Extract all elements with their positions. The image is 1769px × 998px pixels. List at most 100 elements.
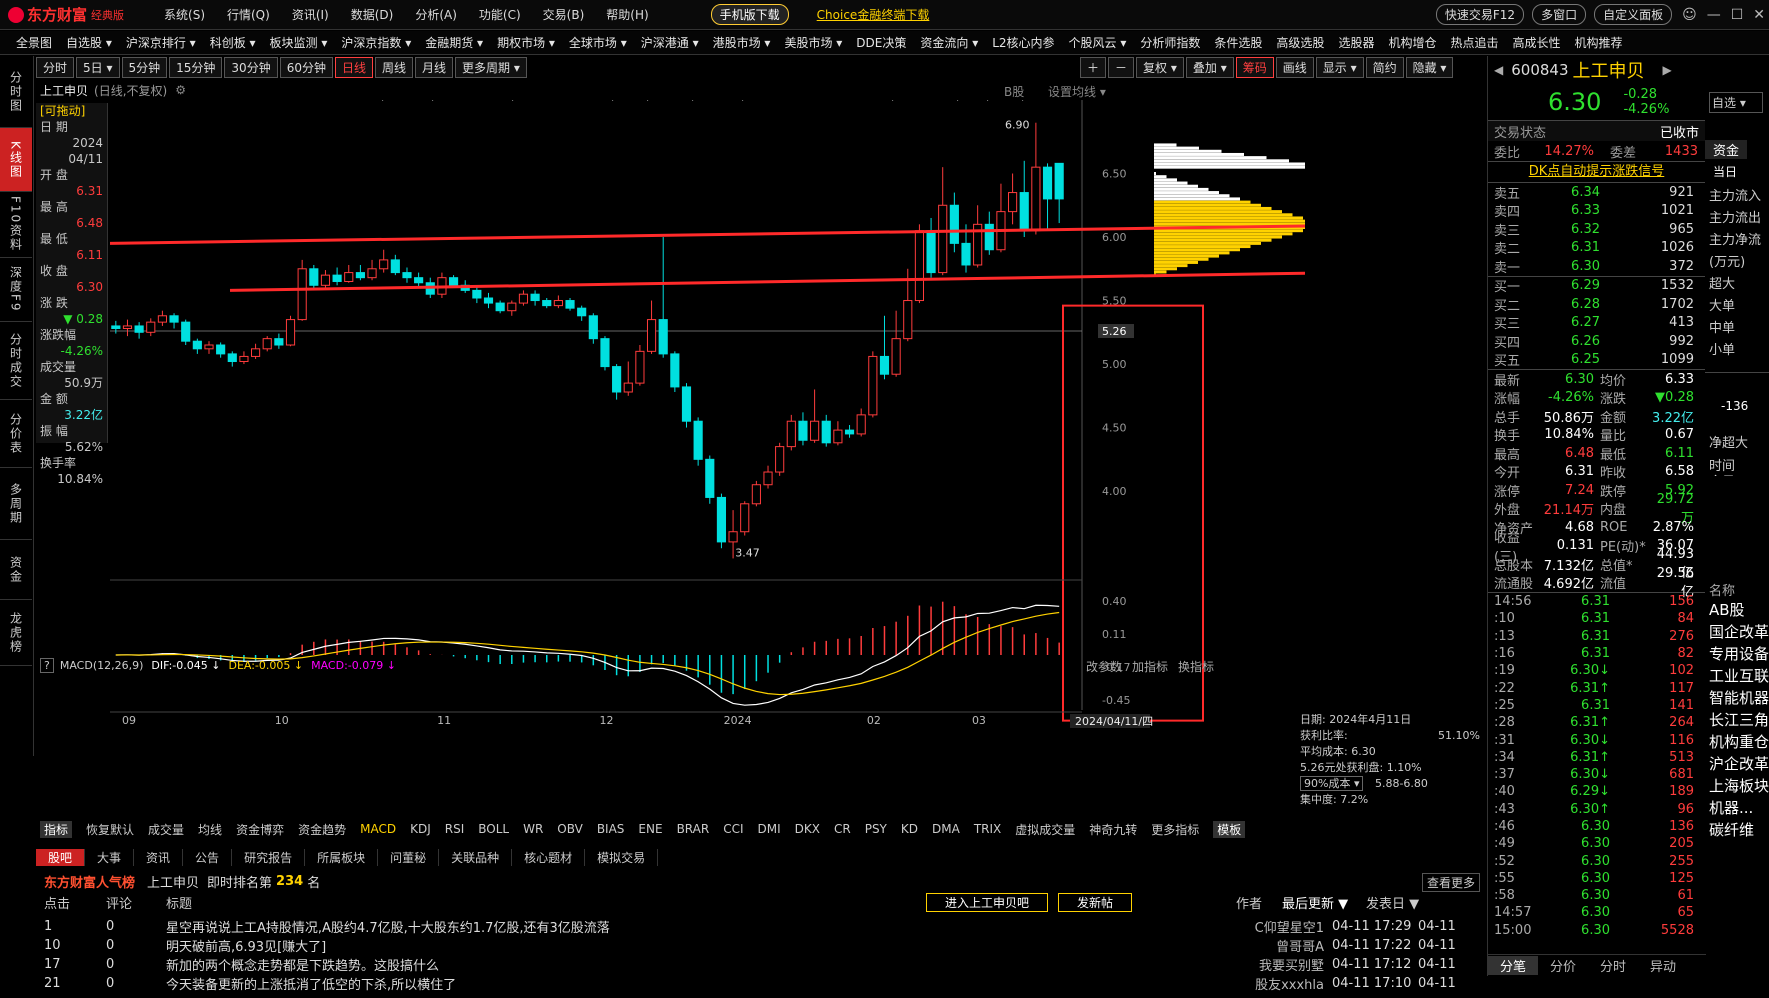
candle[interactable] <box>1008 173 1018 225</box>
nav-item-2[interactable]: 沪深京排行 ▾ <box>126 34 196 51</box>
indicator-tab-25[interactable]: 更多指标 <box>1151 821 1199 838</box>
candle[interactable] <box>949 192 959 253</box>
candle[interactable] <box>262 336 272 352</box>
candle[interactable] <box>798 412 808 446</box>
period-tab-5[interactable]: 60分钟 <box>279 56 333 78</box>
bottom-tab-1[interactable]: 大事 <box>85 848 135 866</box>
indicator-tab-16[interactable]: DMI <box>758 822 781 836</box>
nav-item-4[interactable]: 板块监测 ▾ <box>270 34 328 51</box>
period-tab-7[interactable]: 周线 <box>375 56 414 78</box>
nav-item-13[interactable]: 资金流向 ▾ <box>920 34 978 51</box>
candle[interactable] <box>775 442 785 476</box>
nav-item-3[interactable]: 科创板 ▾ <box>210 34 256 51</box>
menu-item-5[interactable]: 功能(C) <box>479 6 521 23</box>
candle[interactable] <box>1054 162 1064 224</box>
indicator-tab-3[interactable]: 均线 <box>198 821 222 838</box>
fund-day[interactable]: 今日 <box>1709 474 1769 476</box>
bottom-tab-9[interactable]: 模拟交易 <box>585 848 659 866</box>
bottom-tab-5[interactable]: 所属板块 <box>305 848 379 866</box>
candle[interactable] <box>879 315 890 380</box>
candle[interactable] <box>821 414 831 447</box>
candle[interactable] <box>658 237 668 358</box>
indicator-tab-2[interactable]: 成交量 <box>148 821 184 838</box>
concept-item[interactable]: 国企改革 <box>1709 621 1769 643</box>
nav-item-23[interactable]: 机构推荐 <box>1575 34 1623 51</box>
candle[interactable] <box>926 217 936 278</box>
order-row[interactable]: 买四 6.26 992 <box>1494 332 1699 351</box>
indicator-tab-7[interactable]: KDJ <box>410 822 431 836</box>
left-tab-4[interactable]: 分时成交 <box>0 322 32 400</box>
kline-chart[interactable]: 6.506.005.505.265.004.504.00* * * * * * * * * * *6… <box>110 100 1305 818</box>
indicator-tab-5[interactable]: 资金趋势 <box>298 821 346 838</box>
choice-download-link[interactable]: Choice金融终端下载 <box>817 6 930 23</box>
candle[interactable] <box>390 254 400 276</box>
candle[interactable] <box>1019 160 1029 238</box>
candle[interactable] <box>157 310 167 326</box>
drag-label[interactable]: [可拖动] <box>36 103 107 119</box>
indicator-tab-11[interactable]: OBV <box>557 822 583 836</box>
order-row[interactable]: 卖一 6.30 372 <box>1494 257 1699 276</box>
candle[interactable] <box>577 305 587 321</box>
bottom-tab-0[interactable]: 股吧 <box>36 848 86 866</box>
indicator-tab-1[interactable]: 恢复默认 <box>86 821 134 838</box>
fund-today[interactable]: 当日 <box>1713 163 1769 180</box>
nav-item-12[interactable]: DDE决策 <box>856 34 906 51</box>
tick-tab-2[interactable]: 分时 <box>1588 956 1638 975</box>
candle[interactable] <box>553 295 563 309</box>
nav-item-16[interactable]: 分析师指数 <box>1140 34 1200 51</box>
concept-item[interactable]: 智能机器 <box>1709 687 1769 709</box>
nav-item-0[interactable]: 全景图 <box>16 34 52 51</box>
settings-icon[interactable]: ⚙ <box>175 83 186 97</box>
new-post-button[interactable]: 发新帖 <box>1058 892 1133 912</box>
concept-item[interactable]: 沪企改革 <box>1709 753 1769 775</box>
fast-trade-button[interactable]: 快速交易F12 <box>1435 4 1525 25</box>
candle[interactable] <box>134 322 144 339</box>
concept-item[interactable]: AB股 <box>1709 599 1769 621</box>
nav-item-6[interactable]: 金融期货 ▾ <box>425 34 483 51</box>
candle[interactable] <box>204 341 214 354</box>
indicator-tab-22[interactable]: TRIX <box>974 822 1001 836</box>
candle[interactable] <box>1042 163 1053 231</box>
order-row[interactable]: 卖三 6.32 965 <box>1494 220 1699 239</box>
candle[interactable] <box>146 318 156 337</box>
prev-stock-icon[interactable]: ◀ <box>1494 63 1503 77</box>
candle[interactable] <box>251 343 261 359</box>
bottom-tab-8[interactable]: 核心题材 <box>512 848 586 866</box>
left-tab-7[interactable]: 资金 <box>0 540 32 600</box>
indicator-tab-4[interactable]: 资金博弈 <box>236 821 284 838</box>
indicator-tab-17[interactable]: DKX <box>795 822 820 836</box>
candle[interactable] <box>414 272 424 288</box>
period-tab-1[interactable]: 5日 ▾ <box>76 56 120 78</box>
left-tab-0[interactable]: 分时图 <box>0 56 32 128</box>
enter-forum-button[interactable]: 进入上工申贝吧 <box>926 892 1049 912</box>
indicator-tab-0[interactable]: 指标 <box>40 820 73 838</box>
indicator-tab-18[interactable]: CR <box>834 822 851 836</box>
period-tab-2[interactable]: 5分钟 <box>121 56 168 78</box>
candle[interactable] <box>320 270 331 288</box>
candle[interactable] <box>646 300 657 354</box>
nav-item-18[interactable]: 高级选股 <box>1276 34 1324 51</box>
nav-item-10[interactable]: 港股市场 ▾ <box>713 34 771 51</box>
order-row[interactable]: 买五 6.25 1099 <box>1494 351 1699 369</box>
left-tab-1[interactable]: K线图 <box>0 128 32 192</box>
candle[interactable] <box>495 300 505 314</box>
candle[interactable] <box>1031 122 1041 235</box>
candle[interactable] <box>507 300 517 316</box>
indicator-tab-6[interactable]: MACD <box>360 822 396 836</box>
left-tab-2[interactable]: F10资料 <box>0 192 32 258</box>
tick-tab-3[interactable]: 异动 <box>1638 956 1688 975</box>
order-row[interactable]: 卖五 6.34 921 <box>1494 183 1699 202</box>
indicator-tab-10[interactable]: WR <box>523 822 543 836</box>
zoom-in-button[interactable]: ＋ <box>1080 56 1107 78</box>
fund-tab[interactable]: 资金 <box>1705 139 1748 159</box>
period-tab-8[interactable]: 月线 <box>415 56 454 78</box>
forum-cell[interactable]: 星空再说说上工A持股情况,A股约4.7亿股,十大股东约1.7亿股,还有3亿股流落 <box>166 917 1222 936</box>
candle[interactable] <box>740 501 750 536</box>
forum-row[interactable]: 1 0 星空再说说上工A持股情况,A股约4.7亿股,十大股东约1.7亿股,还有3亿股… <box>44 917 1484 936</box>
order-row[interactable]: 卖四 6.33 1021 <box>1494 202 1699 220</box>
candle[interactable] <box>984 211 994 255</box>
candle[interactable] <box>122 319 133 337</box>
macd-link-0[interactable]: 改参数 <box>1086 658 1122 675</box>
nav-item-21[interactable]: 热点追击 <box>1450 34 1498 51</box>
nav-item-8[interactable]: 全球市场 ▾ <box>569 34 627 51</box>
